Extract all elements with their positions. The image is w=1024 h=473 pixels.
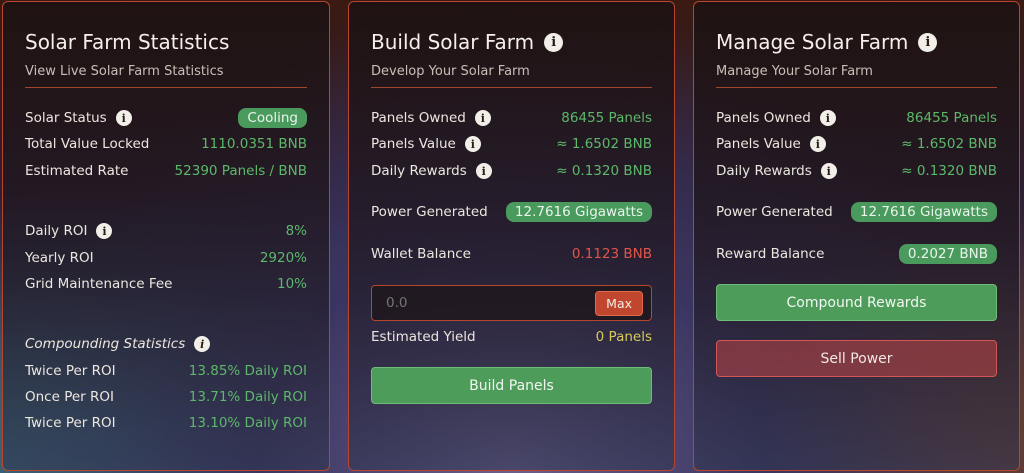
manage-solar-farm-card: Manage Solar Farm i Manage Your Solar Far…	[693, 1, 1020, 471]
divider	[371, 87, 652, 88]
maintenance-fee-row: Grid Maintenance Fee 10%	[25, 276, 307, 292]
panels-owned-row: Panels Owned i 86455 Panels	[371, 110, 652, 126]
compound-rewards-button[interactable]: Compound Rewards	[716, 284, 997, 321]
info-icon[interactable]: i	[475, 163, 492, 179]
wallet-balance-row: Wallet Balance 0.1123 BNB	[371, 246, 652, 262]
reward-balance-row: Reward Balance 0.2027 BNB	[716, 243, 997, 265]
info-icon[interactable]: i	[96, 223, 113, 239]
panels-value-row: Panels Value i ≈ 1.6502 BNB	[371, 136, 652, 152]
manage-title: Manage Solar Farm i	[716, 30, 938, 54]
divider	[716, 87, 997, 88]
info-icon[interactable]: i	[474, 110, 491, 126]
estimated-rate-row: Estimated Rate 52390 Panels / BNB	[25, 163, 307, 179]
power-generated-row: Power Generated 12.7616 Gigawatts	[371, 201, 652, 223]
panels-value-row: Panels Value i ≈ 1.6502 BNB	[716, 136, 997, 152]
reward-badge: 0.2027 BNB	[898, 244, 997, 264]
stats-title: Solar Farm Statistics	[25, 30, 230, 54]
build-subtitle: Develop Your Solar Farm	[371, 64, 530, 79]
info-icon[interactable]: i	[544, 32, 564, 52]
power-badge: 12.7616 Gigawatts	[505, 202, 652, 222]
power-generated-row: Power Generated 12.7616 Gigawatts	[716, 201, 997, 223]
max-button[interactable]: Max	[595, 290, 643, 316]
build-panels-button[interactable]: Build Panels	[371, 367, 652, 404]
manage-subtitle: Manage Your Solar Farm	[716, 64, 873, 79]
yearly-roi-row: Yearly ROI 2920%	[25, 250, 307, 266]
build-title: Build Solar Farm i	[371, 30, 564, 54]
panels-owned-row: Panels Owned i 86455 Panels	[716, 110, 997, 126]
compound-row: Once Per ROI 13.71% Daily ROI	[25, 389, 307, 405]
stats-subtitle: View Live Solar Farm Statistics	[25, 64, 224, 79]
info-icon[interactable]: i	[464, 136, 481, 152]
sell-power-button[interactable]: Sell Power	[716, 340, 997, 377]
daily-rewards-row: Daily Rewards i ≈ 0.1320 BNB	[716, 163, 997, 179]
power-badge: 12.7616 Gigawatts	[850, 202, 997, 222]
compounding-header-row: Compounding Statistics i	[25, 333, 307, 355]
info-icon[interactable]: i	[819, 110, 836, 126]
info-icon[interactable]: i	[194, 336, 211, 352]
info-icon[interactable]: i	[918, 32, 938, 52]
info-icon[interactable]: i	[115, 110, 132, 126]
solar-farm-statistics-card: Solar Farm Statistics View Live Solar Fa…	[2, 1, 330, 471]
info-icon[interactable]: i	[820, 163, 837, 179]
compound-row: Twice Per ROI 13.10% Daily ROI	[25, 415, 307, 431]
daily-roi-row: Daily ROI i 8%	[25, 223, 307, 239]
info-icon[interactable]: i	[809, 136, 826, 152]
solar-status-badge: Cooling	[238, 108, 307, 128]
build-solar-farm-card: Build Solar Farm i Develop Your Solar Far…	[348, 1, 675, 471]
daily-rewards-row: Daily Rewards i ≈ 0.1320 BNB	[371, 163, 652, 179]
bnb-amount-input[interactable]	[386, 295, 536, 311]
solar-status-row: Solar Status i Cooling	[25, 107, 307, 129]
estimated-yield-row: Estimated Yield 0 Panels	[371, 329, 652, 345]
compound-row: Twice Per ROI 13.85% Daily ROI	[25, 363, 307, 379]
divider	[25, 87, 307, 88]
tvl-row: Total Value Locked 1110.0351 BNB	[25, 136, 307, 152]
bnb-amount-field: Max	[371, 285, 652, 321]
